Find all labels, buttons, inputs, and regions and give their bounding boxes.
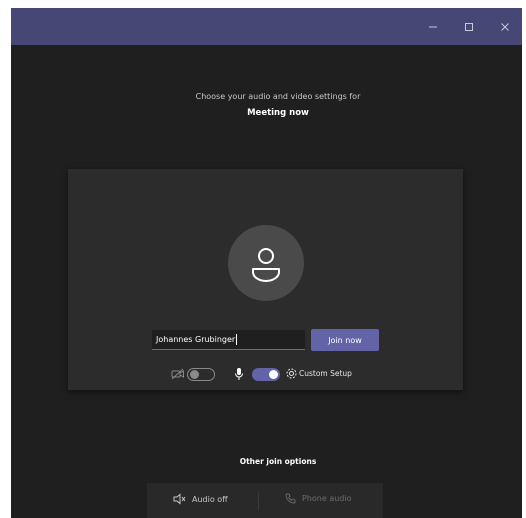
title-bar	[11, 8, 522, 45]
speaker-off-icon	[173, 493, 186, 505]
custom-setup-link[interactable]: Custom Setup	[299, 369, 352, 378]
options-divider	[258, 492, 259, 510]
video-toggle-knob	[190, 370, 199, 379]
name-input-value: Johannes Grubinger	[156, 335, 236, 344]
window-edge-right	[522, 0, 526, 518]
device-controls: Custom Setup	[68, 365, 463, 385]
prejoin-main: Choose your audio and video settings for…	[11, 45, 522, 518]
maximize-icon	[465, 22, 473, 31]
gear-icon[interactable]	[285, 367, 298, 380]
other-join-options-bar: Audio off Phone audio	[147, 483, 383, 518]
meeting-title: Meeting now	[247, 108, 309, 118]
phone-audio-label: Phone audio	[302, 494, 352, 503]
window-edge-top	[0, 0, 526, 8]
name-input[interactable]: Johannes Grubinger	[152, 330, 305, 350]
minimize-icon	[429, 26, 437, 27]
phone-icon	[285, 493, 296, 504]
microphone-toggle[interactable]	[252, 368, 280, 381]
maximize-button[interactable]	[455, 8, 483, 45]
person-icon	[252, 248, 280, 282]
microphone-toggle-knob	[269, 370, 278, 379]
close-icon	[501, 22, 509, 31]
minimize-button[interactable]	[419, 8, 447, 45]
avatar	[228, 225, 304, 301]
preview-panel: Johannes Grubinger Join now Custom Setup	[68, 169, 463, 390]
teams-prejoin-window: Choose your audio and video settings for…	[0, 0, 526, 518]
close-button[interactable]	[491, 8, 519, 45]
camera-off-icon	[171, 368, 185, 380]
text-caret	[236, 334, 238, 345]
phone-audio-option[interactable]: Phone audio	[285, 493, 352, 504]
audio-off-option[interactable]: Audio off	[173, 493, 228, 505]
join-now-button[interactable]: Join now	[311, 329, 379, 351]
audio-off-label: Audio off	[192, 494, 228, 504]
other-join-options-heading: Other join options	[239, 457, 317, 466]
video-toggle[interactable]	[187, 368, 215, 381]
choose-settings-text: Choose your audio and video settings for	[195, 92, 361, 101]
microphone-icon	[234, 367, 244, 381]
window-edge-left	[0, 0, 11, 518]
